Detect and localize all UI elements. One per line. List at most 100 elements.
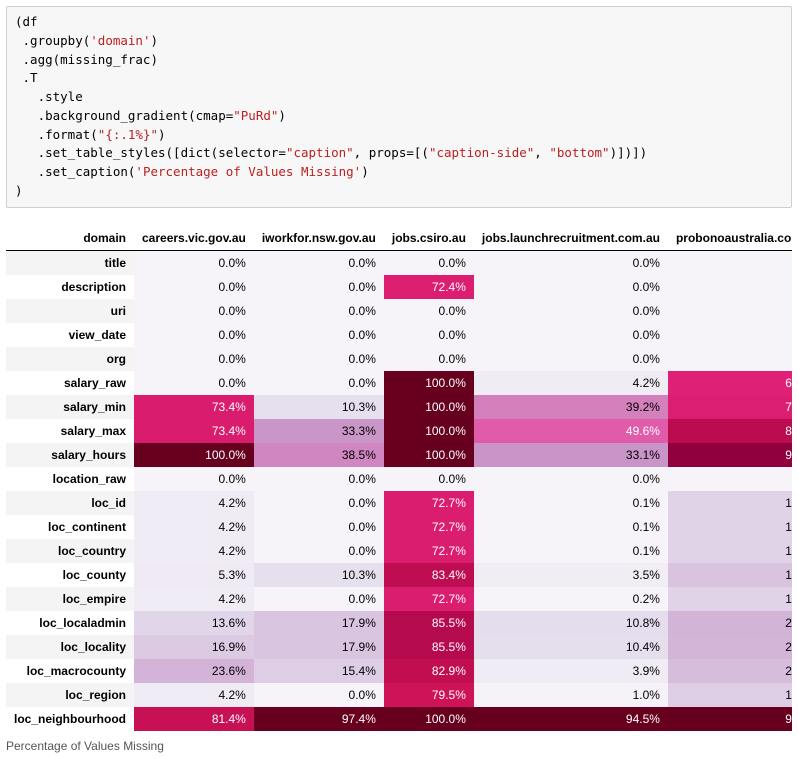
table-row: loc_localadmin13.6%17.9%85.5%10.8%23.2% [6,611,792,635]
table-row: salary_max73.4%33.3%100.0%49.6%81.5% [6,419,792,443]
data-cell: 0.0% [134,467,254,491]
table-row: uri0.0%0.0%0.0%0.0%0.0% [6,299,792,323]
data-cell: 0.0% [474,275,668,299]
data-cell: 72.7% [384,539,474,563]
row-label: salary_min [6,395,134,419]
data-cell: 0.0% [474,467,668,491]
data-cell: 100.0% [134,443,254,467]
row-label: loc_neighbourhood [6,707,134,731]
data-cell: 100.0% [384,443,474,467]
column-header: careers.vic.gov.au [134,226,254,251]
data-cell: 13.6% [134,611,254,635]
data-cell: 100.0% [384,371,474,395]
table-row: location_raw0.0%0.0%0.0%0.0%0.0% [6,467,792,491]
table-row: loc_region4.2%0.0%79.5%1.0%15.2% [6,683,792,707]
data-cell: 90.5% [668,443,792,467]
data-cell: 0.0% [254,275,384,299]
data-cell: 0.0% [474,250,668,275]
data-cell: 0.0% [668,467,792,491]
row-label: salary_max [6,419,134,443]
row-label: location_raw [6,467,134,491]
data-cell: 17.9% [254,635,384,659]
data-cell: 0.0% [254,587,384,611]
row-label: uri [6,299,134,323]
row-label: loc_continent [6,515,134,539]
data-cell: 0.0% [474,347,668,371]
data-cell: 4.2% [134,491,254,515]
row-label: loc_id [6,491,134,515]
row-label: loc_region [6,683,134,707]
data-cell: 0.0% [134,347,254,371]
data-cell: 0.0% [668,275,792,299]
data-cell: 68.4% [668,371,792,395]
data-cell: 72.7% [384,491,474,515]
data-cell: 0.0% [668,323,792,347]
table-row: loc_empire4.2%0.0%72.7%0.2%13.9% [6,587,792,611]
data-cell: 0.1% [474,491,668,515]
data-cell: 97.4% [254,707,384,731]
row-label: description [6,275,134,299]
column-header-index: domain [6,226,134,251]
data-cell: 0.0% [254,491,384,515]
data-cell: 3.9% [474,659,668,683]
data-cell: 73.4% [134,395,254,419]
data-cell: 0.0% [474,323,668,347]
table-caption: Percentage of Values Missing [6,731,792,753]
row-label: salary_raw [6,371,134,395]
output-area: Percentage of Values Missing domaincaree… [6,226,792,753]
data-cell: 0.0% [254,467,384,491]
data-cell: 4.2% [134,587,254,611]
data-cell: 0.0% [134,250,254,275]
table-row: view_date0.0%0.0%0.0%0.0%0.0% [6,323,792,347]
data-cell: 72.7% [384,587,474,611]
data-cell: 100.0% [384,707,474,731]
row-label: loc_localadmin [6,611,134,635]
data-cell: 20.3% [668,659,792,683]
table-row: loc_continent4.2%0.0%72.7%0.1%13.9% [6,515,792,539]
data-cell: 13.9% [668,515,792,539]
data-cell: 0.1% [474,515,668,539]
column-header: iworkfor.nsw.gov.au [254,226,384,251]
data-cell: 0.0% [384,467,474,491]
data-cell: 23.2% [668,611,792,635]
row-label: loc_locality [6,635,134,659]
data-cell: 0.0% [668,299,792,323]
data-cell: 5.3% [134,563,254,587]
data-cell: 22.7% [668,635,792,659]
data-cell: 0.0% [668,250,792,275]
table-row: description0.0%0.0%72.4%0.0%0.0% [6,275,792,299]
row-label: loc_country [6,539,134,563]
data-cell: 16.9% [134,635,254,659]
data-cell: 3.5% [474,563,668,587]
data-cell: 73.4% [134,419,254,443]
data-cell: 97.1% [668,707,792,731]
data-cell: 10.3% [254,563,384,587]
data-cell: 79.5% [384,683,474,707]
data-cell: 72.7% [384,515,474,539]
data-cell: 18.5% [668,563,792,587]
table-row: loc_locality16.9%17.9%85.5%10.4%22.7% [6,635,792,659]
data-cell: 100.0% [384,419,474,443]
data-cell: 38.5% [254,443,384,467]
row-label: loc_county [6,563,134,587]
data-cell: 33.1% [474,443,668,467]
row-label: loc_macrocounty [6,659,134,683]
data-cell: 10.3% [254,395,384,419]
table-row: loc_macrocounty23.6%15.4%82.9%3.9%20.3% [6,659,792,683]
data-cell: 49.6% [474,419,668,443]
data-cell: 0.0% [254,250,384,275]
data-cell: 85.5% [384,611,474,635]
data-cell: 100.0% [384,395,474,419]
data-cell: 0.0% [668,347,792,371]
data-cell: 81.5% [668,419,792,443]
data-cell: 4.2% [134,683,254,707]
row-label: title [6,250,134,275]
table-row: loc_id4.2%0.0%72.7%0.1%13.9% [6,491,792,515]
row-label: salary_hours [6,443,134,467]
table-row: salary_min73.4%10.3%100.0%39.2%70.0% [6,395,792,419]
data-cell: 17.9% [254,611,384,635]
data-cell: 0.0% [254,515,384,539]
data-cell: 0.0% [254,539,384,563]
table-row: loc_county5.3%10.3%83.4%3.5%18.5% [6,563,792,587]
data-cell: 15.2% [668,683,792,707]
